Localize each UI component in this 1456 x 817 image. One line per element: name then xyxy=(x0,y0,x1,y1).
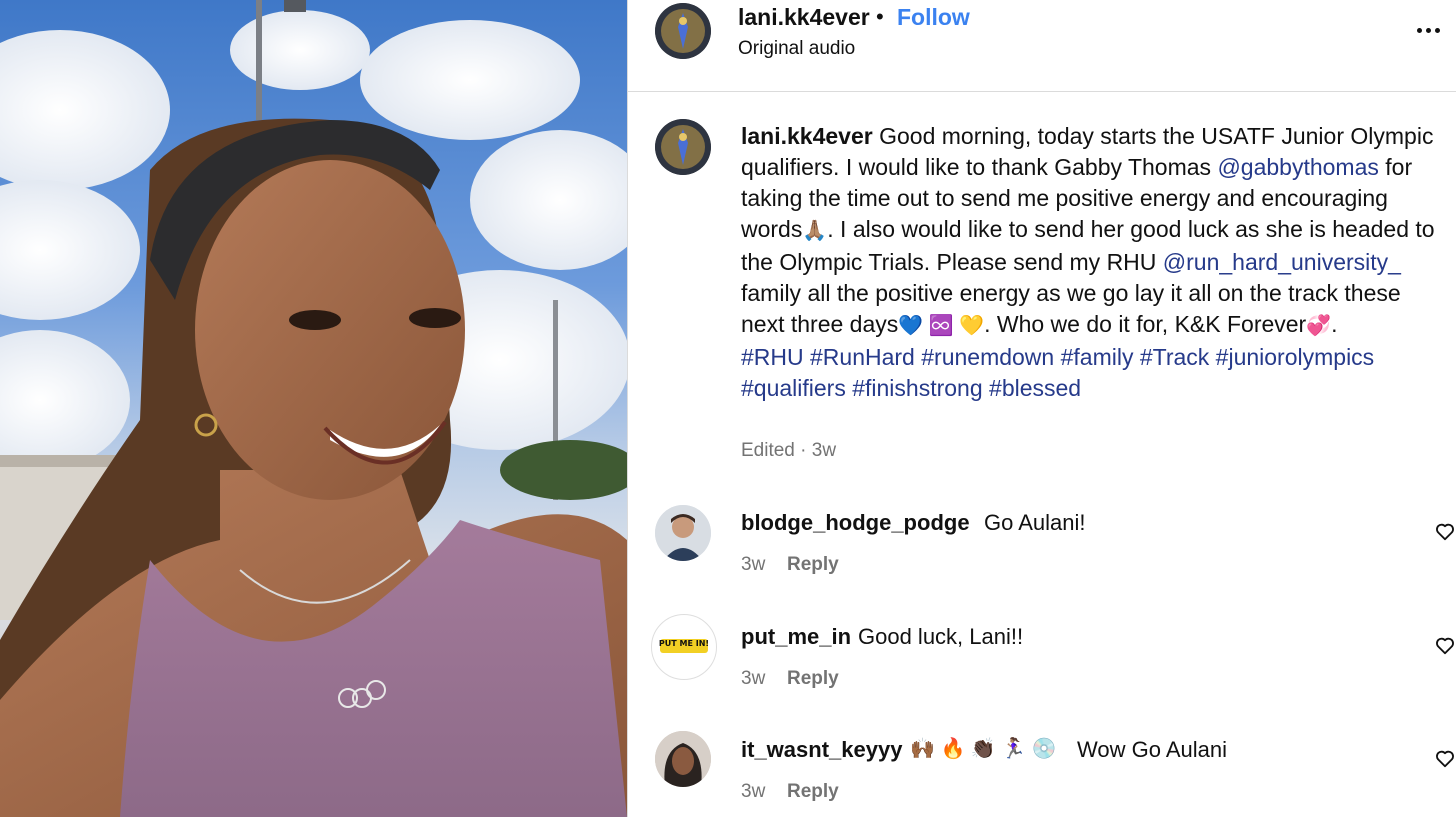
commenter-avatar[interactable] xyxy=(655,505,711,561)
commenter-avatar[interactable] xyxy=(655,731,711,787)
comment-text: Wow Go Aulani xyxy=(1077,737,1228,762)
author-username[interactable]: lani.kk4ever xyxy=(738,4,870,31)
comment-username[interactable]: put_me_in xyxy=(741,624,851,650)
caption-username[interactable]: lani.kk4ever xyxy=(741,123,873,149)
revolving-hearts-emoji: 💞 xyxy=(1306,315,1332,337)
mention-gabbythomas[interactable]: @gabbythomas xyxy=(1217,154,1378,180)
comment-username[interactable]: blodge_hodge_podge xyxy=(741,510,970,536)
post-video[interactable] xyxy=(0,0,627,817)
commenter-avatar-image xyxy=(655,505,711,561)
caption-text: . xyxy=(1331,311,1338,337)
avatar-logo-text: PUT ME IN! xyxy=(658,639,710,648)
caption-avatar-image xyxy=(655,119,711,175)
author-avatar[interactable] xyxy=(655,3,711,59)
comment-username[interactable]: it_wasnt_keyyy xyxy=(741,737,902,763)
comment-text: Go Aulani! xyxy=(984,510,1086,535)
praying-hands-emoji: 🙏🏽 xyxy=(802,220,828,242)
comment-time: 3w xyxy=(741,781,766,802)
follow-button[interactable]: Follow xyxy=(897,4,970,31)
mention-run-hard-university[interactable]: @run_hard_university_ xyxy=(1163,249,1401,275)
reply-button[interactable]: Reply xyxy=(787,781,839,803)
heart-icon[interactable] xyxy=(1434,747,1456,769)
reply-button[interactable]: Reply xyxy=(787,554,839,576)
video-frame-illustration xyxy=(0,0,627,817)
caption-author-avatar[interactable] xyxy=(655,119,711,175)
caption-text: . Who we do it for, K&K Forever xyxy=(984,311,1307,337)
heart-icon[interactable] xyxy=(1434,520,1456,542)
reply-button[interactable]: Reply xyxy=(787,668,839,690)
post-caption: lani.kk4ever Good morning, today starts … xyxy=(741,121,1441,404)
header-divider xyxy=(628,91,1456,92)
comment-time: 3w xyxy=(741,554,766,575)
comment-time: 3w xyxy=(741,668,766,689)
caption-meta: Edited · 3w xyxy=(741,440,837,461)
comment-emojis: 🙌🏾 🔥 👏🏿 🏃🏽‍♀️ 💿 xyxy=(910,738,1057,760)
separator-dot: • xyxy=(876,4,884,29)
hearts-infinity-emoji: 💙 ♾️ 💛 xyxy=(898,315,985,337)
audio-link[interactable]: Original audio xyxy=(738,38,855,60)
comment-text: Good luck, Lani!! xyxy=(858,624,1024,649)
caption-hashtags[interactable]: #qualifiers #finishstrong #blessed xyxy=(741,375,1081,401)
heart-icon[interactable] xyxy=(1434,634,1456,656)
author-avatar-image xyxy=(655,3,711,59)
panel-divider xyxy=(627,0,628,817)
caption-hashtags[interactable]: #RHU #RunHard #runemdown #family #Track … xyxy=(741,344,1374,370)
more-options-icon[interactable] xyxy=(1414,20,1444,40)
commenter-avatar-image xyxy=(655,731,711,787)
